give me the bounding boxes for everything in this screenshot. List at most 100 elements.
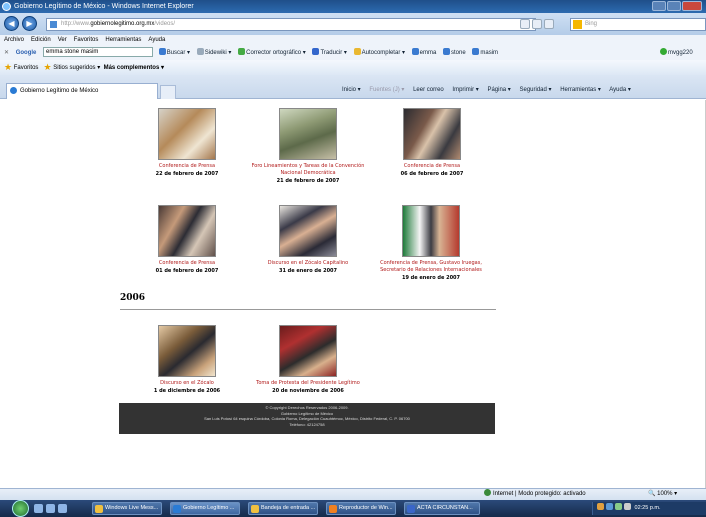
quick-launch <box>34 504 67 513</box>
cmd-imprimir[interactable]: Imprimir ▾ <box>452 87 478 93</box>
video-item[interactable]: Discurso en el Zócalo 1 de diciembre de … <box>150 325 224 395</box>
cmd-leer-correo[interactable]: Leer correo <box>413 87 444 93</box>
search-term-icon <box>472 48 480 55</box>
video-caption[interactable]: Conferencia de Prensa <box>392 163 472 170</box>
security-zone[interactable]: Internet | Modo protegido: activado <box>484 489 586 500</box>
video-caption[interactable]: Conferencia de Prensa <box>152 163 222 170</box>
window-title: Gobierno Legítimo de México - Windows In… <box>14 3 194 10</box>
video-item[interactable]: Conferencia de Prensa 06 de febrero de 2… <box>392 108 472 178</box>
zoom-level[interactable]: 🔍 100% ▾ <box>648 489 677 500</box>
video-caption[interactable]: Discurso en el Zócalo Capitalino <box>264 260 352 267</box>
menu-ayuda[interactable]: Ayuda <box>148 35 165 46</box>
video-thumbnail[interactable] <box>279 205 337 257</box>
bing-search-box[interactable]: Bing <box>570 18 706 31</box>
year-heading: 2006 <box>120 293 146 303</box>
maximize-button[interactable] <box>667 1 681 11</box>
video-item[interactable]: Foro Lineamientos y Tareas de la Convenc… <box>246 108 370 185</box>
quick-launch-icon[interactable] <box>34 504 43 513</box>
google-autofill-button[interactable]: Autocompletar ▾ <box>353 46 405 60</box>
taskbar-item[interactable]: ACTA CIRCUNSTAN... <box>404 502 480 515</box>
google-search-input[interactable]: emma stone masim <box>43 47 154 58</box>
minimize-button[interactable] <box>652 1 666 11</box>
favorites-bar: ★ Favoritos ★ Sitios sugeridos ▾ Más com… <box>0 60 706 75</box>
video-item[interactable]: Discurso en el Zócalo Capitalino 31 de e… <box>264 205 352 275</box>
video-thumbnail[interactable] <box>402 205 460 257</box>
video-thumbnail[interactable] <box>158 325 216 377</box>
page-content: Conferencia de Prensa 22 de febrero de 2… <box>0 100 706 488</box>
google-spellcheck-button[interactable]: Corrector ortográfico ▾ <box>238 46 306 60</box>
video-item[interactable]: Conferencia de Prensa 01 de febrero de 2… <box>150 205 224 275</box>
favorites-button[interactable]: Favoritos <box>14 65 39 71</box>
quick-launch-icon[interactable] <box>58 504 67 513</box>
google-translate-button[interactable]: Traducir ▾ <box>312 46 347 60</box>
url-field[interactable]: http://www.gobiernolegitimo.org.mx/video… <box>46 18 536 31</box>
google-term-stone[interactable]: stone <box>443 46 466 60</box>
tray-icon[interactable] <box>606 503 613 510</box>
back-button[interactable]: ◀ <box>4 16 19 31</box>
video-caption[interactable]: Toma de Protesta del Presidente Legítimo <box>254 380 362 387</box>
video-item[interactable]: Conferencia de Prensa, Gustavo Iruegas, … <box>378 205 484 282</box>
google-buscar-button[interactable]: Buscar ▾ <box>158 46 190 60</box>
google-term-masim[interactable]: masim <box>472 46 498 60</box>
video-thumbnail[interactable] <box>279 325 337 377</box>
globe-icon <box>484 489 491 496</box>
menu-archivo[interactable]: Archivo <box>4 35 24 46</box>
forward-button[interactable]: ▶ <box>22 16 37 31</box>
sidewiki-icon <box>196 48 204 55</box>
refresh-icon[interactable] <box>532 19 542 29</box>
cmd-inicio[interactable]: Inicio ▾ <box>342 87 361 93</box>
tab-gobierno[interactable]: Gobierno Legítimo de México <box>6 83 158 99</box>
menu-ver[interactable]: Ver <box>58 35 67 46</box>
volume-icon[interactable] <box>624 503 631 510</box>
more-addons[interactable]: Más complementos ▾ <box>104 65 164 71</box>
video-date: 06 de febrero de 2007 <box>400 171 464 177</box>
video-item[interactable]: Toma de Protesta del Presidente Legítimo… <box>254 325 362 395</box>
mail-icon <box>251 505 259 513</box>
clock[interactable]: 02:25 p.m. <box>635 505 661 511</box>
cmd-seguridad[interactable]: Seguridad ▾ <box>519 87 551 93</box>
tray-icon[interactable] <box>615 503 622 510</box>
new-tab-button[interactable] <box>160 85 176 99</box>
video-caption[interactable]: Conferencia de Prensa <box>150 260 224 267</box>
word-doc-icon <box>407 505 415 513</box>
taskbar-item[interactable]: Reproductor de Win... <box>326 502 396 515</box>
cmd-herramientas[interactable]: Herramientas ▾ <box>560 87 601 93</box>
video-caption[interactable]: Discurso en el Zócalo <box>150 380 224 387</box>
page-footer: © Copyright Derechos Reservados 2006-200… <box>119 403 495 434</box>
video-date: 1 de diciembre de 2006 <box>153 388 221 394</box>
menu-favoritos[interactable]: Favoritos <box>74 35 99 46</box>
taskbar-item[interactable]: Bandeja de entrada ... <box>248 502 318 515</box>
taskbar-item[interactable]: Windows Live Mess... <box>92 502 162 515</box>
compat-icon[interactable] <box>520 19 530 29</box>
video-caption[interactable]: Foro Lineamientos y Tareas de la Convenc… <box>246 163 370 177</box>
google-account[interactable]: mvgg220 <box>660 46 693 60</box>
video-thumbnail[interactable] <box>279 108 337 160</box>
taskbar-item[interactable]: Gobierno Legítimo ... <box>170 502 240 515</box>
quick-launch-icon[interactable] <box>46 504 55 513</box>
video-thumbnail[interactable] <box>403 108 461 160</box>
close-button[interactable] <box>682 1 702 11</box>
video-caption[interactable]: Conferencia de Prensa, Gustavo Iruegas, … <box>378 260 484 274</box>
video-thumbnail[interactable] <box>158 108 216 160</box>
close-toolbar-icon[interactable]: ✕ <box>4 46 9 60</box>
url-prefix: http://www. <box>61 21 91 27</box>
menu-edicion[interactable]: Edición <box>31 35 51 46</box>
add-favorite-icon[interactable]: ★ <box>43 62 51 72</box>
suggested-sites[interactable]: Sitios sugeridos ▾ <box>53 65 100 71</box>
cmd-ayuda[interactable]: Ayuda ▾ <box>609 87 631 93</box>
video-thumbnail[interactable] <box>158 205 216 257</box>
video-date: 21 de febrero de 2007 <box>276 178 340 184</box>
video-item[interactable]: Conferencia de Prensa 22 de febrero de 2… <box>152 108 222 178</box>
start-button[interactable] <box>12 500 29 517</box>
cmd-fuentes[interactable]: Fuentes (J) ▾ <box>369 87 404 93</box>
command-bar: Inicio ▾ Fuentes (J) ▾ Leer correo Impri… <box>342 86 638 93</box>
media-player-icon <box>329 505 337 513</box>
google-term-emma[interactable]: emma <box>411 46 436 60</box>
tab-title: Gobierno Legítimo de México <box>20 88 99 94</box>
tray-icon[interactable] <box>597 503 604 510</box>
stop-icon[interactable] <box>544 19 554 29</box>
url-domain: gobiernolegitimo.org.mx <box>90 21 155 27</box>
cmd-pagina[interactable]: Página ▾ <box>487 87 510 93</box>
google-sidewiki-button[interactable]: Sidewiki ▾ <box>196 46 231 60</box>
menu-herramientas[interactable]: Herramientas <box>105 35 141 46</box>
